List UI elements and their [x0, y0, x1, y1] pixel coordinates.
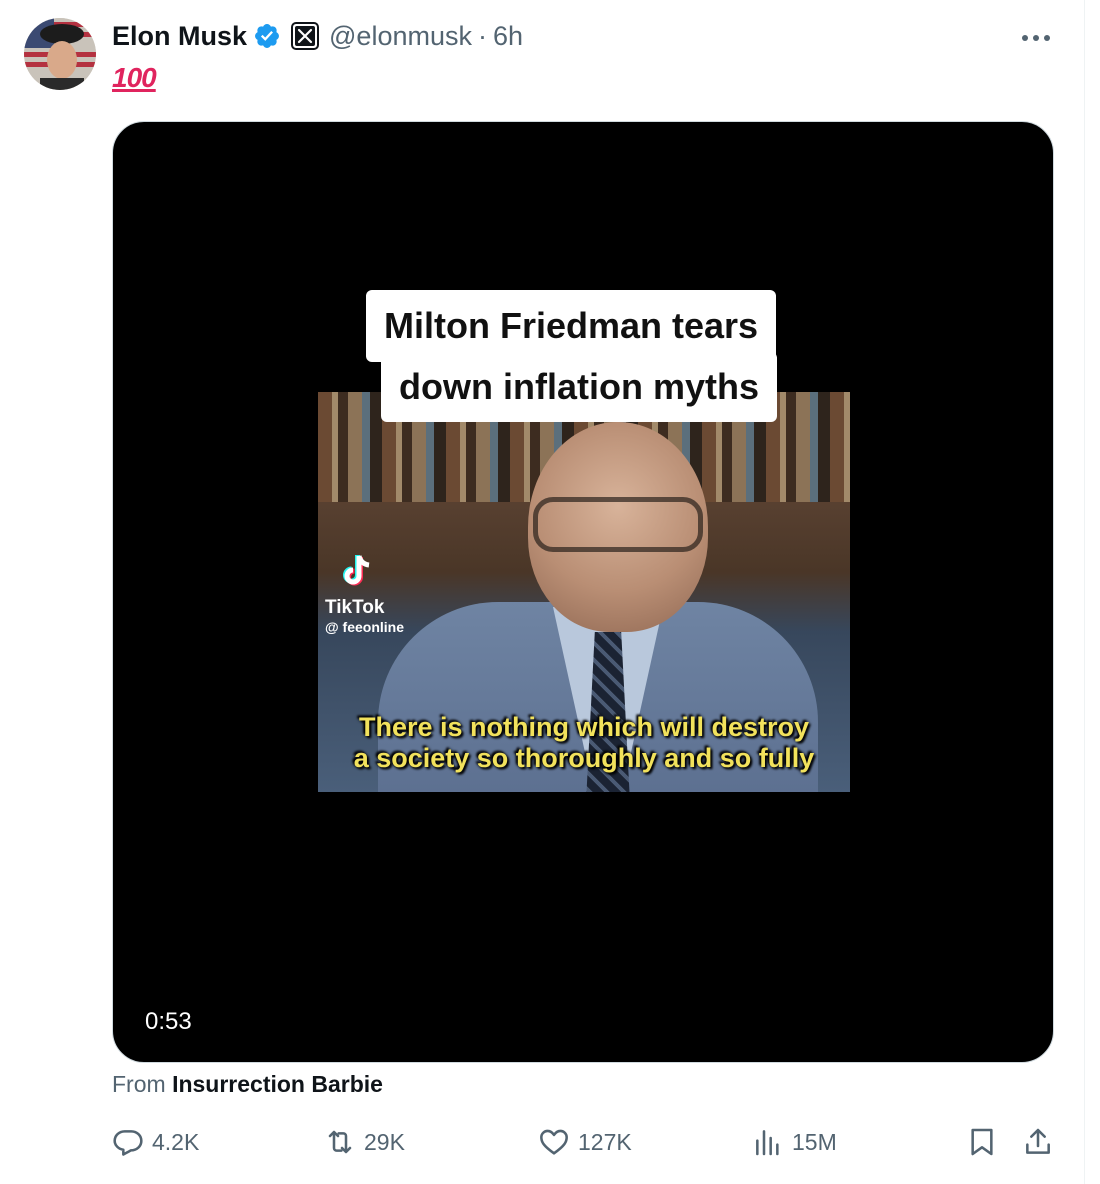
reply-button[interactable]: 4.2K — [112, 1120, 199, 1164]
repost-button[interactable]: 29K — [324, 1120, 405, 1164]
subtitle-line-1: There is nothing which will destroy — [358, 712, 810, 742]
reply-count: 4.2K — [152, 1128, 200, 1155]
source-prefix: From — [112, 1071, 166, 1097]
repost-icon — [328, 1130, 352, 1154]
glasses-shape — [533, 497, 703, 552]
more-options-icon[interactable] — [1016, 20, 1056, 56]
heart-icon — [540, 1129, 568, 1155]
bookmark-icon — [971, 1128, 993, 1156]
video-caption-line-2: down inflation myths — [381, 352, 777, 422]
bookmark-button[interactable] — [966, 1120, 998, 1164]
tweet-card[interactable]: Elon Musk @elonmusk · 6h 100 Milton Frie… — [0, 0, 1085, 1184]
affiliation-x-icon[interactable] — [291, 22, 320, 50]
video-duration: 0:53 — [145, 1008, 192, 1035]
views-chart-icon — [756, 1130, 779, 1156]
tiktok-handle-text: @ feeonline — [325, 619, 404, 635]
tiktok-brand-text: TikTok — [325, 597, 385, 618]
hundred-points-emoji: 100 — [112, 62, 157, 93]
subtitle-line-2: a society so thoroughly and so fully — [353, 743, 815, 773]
author-name[interactable]: Elon Musk — [112, 21, 247, 52]
video-player[interactable]: Milton Friedman tears down inflation myt… — [112, 121, 1054, 1063]
source-name-link[interactable]: Insurrection Barbie — [172, 1071, 383, 1097]
tiktok-logo-icon — [343, 555, 370, 586]
avatar-image — [24, 18, 96, 90]
avatar[interactable] — [24, 18, 96, 90]
like-count: 127K — [578, 1128, 632, 1155]
share-button[interactable] — [1022, 1120, 1054, 1164]
video-subtitle: There is nothing which will destroy a so… — [318, 712, 850, 774]
author-handle[interactable]: @elonmusk — [329, 21, 472, 52]
share-icon — [1026, 1128, 1050, 1154]
media-source: From Insurrection Barbie — [112, 1071, 383, 1098]
reply-icon — [113, 1130, 143, 1156]
separator-dot: · — [477, 20, 487, 51]
tweet-time[interactable]: 6h — [493, 21, 523, 52]
tiktok-watermark: TikTok @ feeonline — [325, 552, 404, 635]
repost-count: 29K — [364, 1128, 405, 1155]
like-button[interactable]: 127K — [538, 1120, 632, 1164]
tweet-header: Elon Musk @elonmusk · 6h — [112, 18, 523, 54]
views-button[interactable]: 15M — [752, 1120, 837, 1164]
views-count: 15M — [792, 1128, 837, 1155]
action-bar: 4.2K 29K 127K 15M — [112, 1120, 1058, 1164]
verified-badge-icon[interactable] — [253, 22, 281, 50]
